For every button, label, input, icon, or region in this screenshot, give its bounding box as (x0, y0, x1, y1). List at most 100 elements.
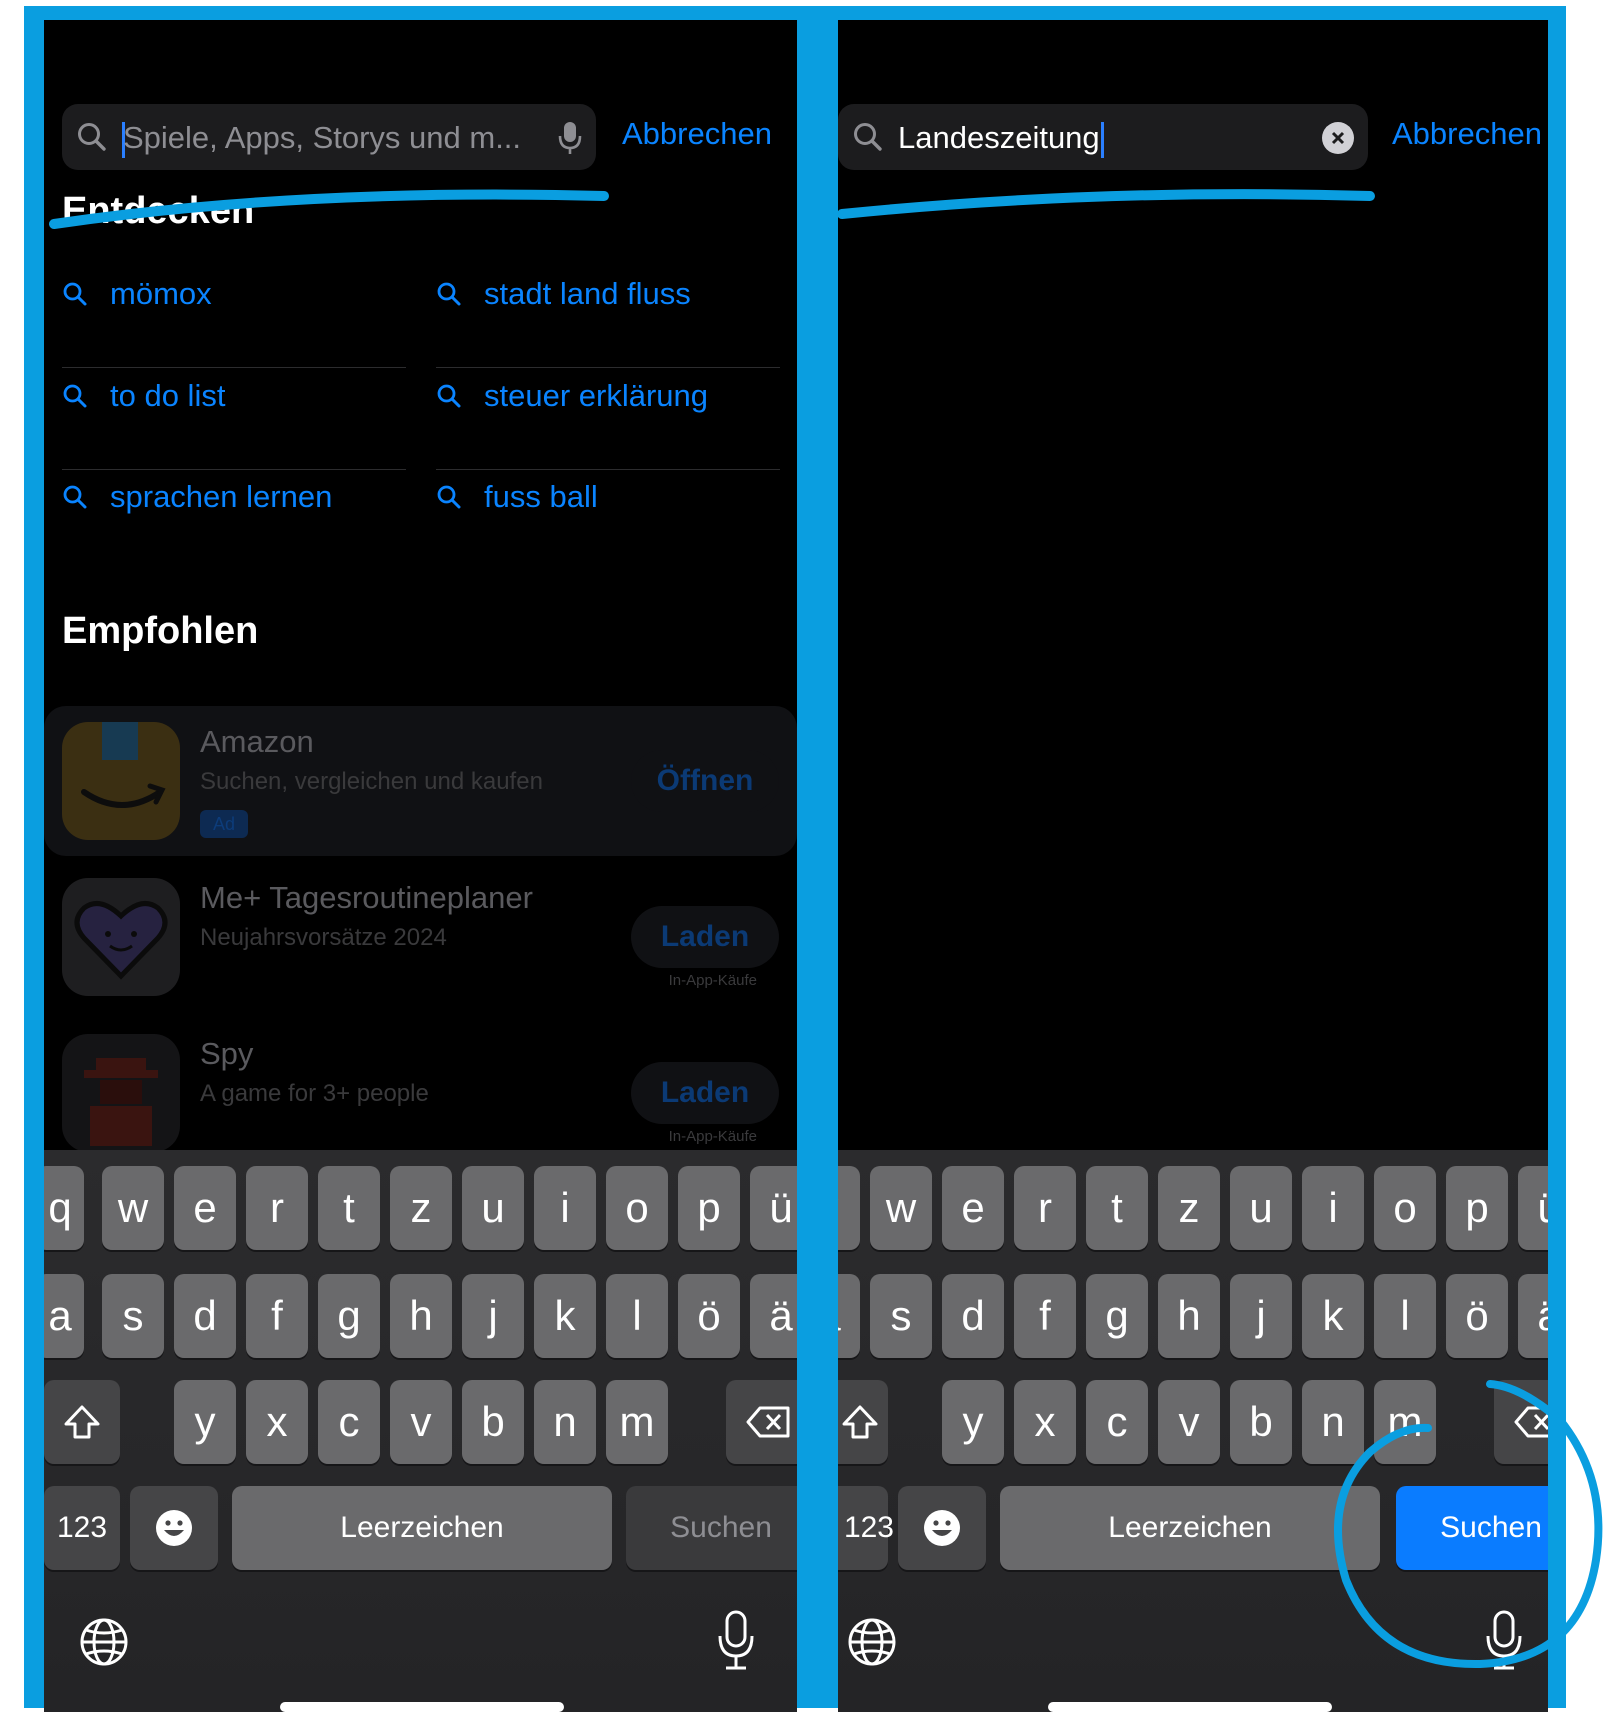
numbers-key[interactable]: 123 (838, 1486, 894, 1570)
key[interactable]: ö (1446, 1274, 1508, 1358)
divider (62, 469, 406, 470)
key[interactable]: x (1014, 1380, 1076, 1464)
key[interactable]: ü (750, 1166, 797, 1250)
home-indicator (280, 1702, 564, 1712)
dictation-microphone-icon[interactable] (1484, 1610, 1524, 1672)
key[interactable]: h (390, 1274, 452, 1358)
key[interactable]: y (942, 1380, 1004, 1464)
key[interactable]: u (462, 1166, 524, 1250)
space-key[interactable]: Leerzeichen (1000, 1486, 1380, 1570)
app-subtitle: A game for 3+ people (200, 1080, 429, 1107)
search-field[interactable]: Spiele, Apps, Storys und m... (62, 104, 596, 170)
key[interactable]: ö (678, 1274, 740, 1358)
key[interactable]: b (1230, 1380, 1292, 1464)
search-icon (63, 282, 87, 306)
app-store-search-screen-typed: Landeszeitung Abbrechen q w e r t z u i … (838, 20, 1548, 1712)
key[interactable]: y (174, 1380, 236, 1464)
backspace-key[interactable] (1494, 1380, 1548, 1464)
key[interactable]: f (246, 1274, 308, 1358)
key[interactable]: g (1086, 1274, 1148, 1358)
key[interactable]: h (1158, 1274, 1220, 1358)
key[interactable]: m (606, 1380, 668, 1464)
suggestion-item[interactable]: steuer erklärung (436, 378, 708, 414)
key[interactable]: t (318, 1166, 380, 1250)
numbers-key[interactable]: 123 (44, 1486, 120, 1570)
cancel-button[interactable]: Abbrechen (1392, 116, 1542, 152)
key[interactable]: s (870, 1274, 932, 1358)
key[interactable]: p (1446, 1166, 1508, 1250)
key[interactable]: c (318, 1380, 380, 1464)
key[interactable]: i (534, 1166, 596, 1250)
get-button[interactable]: Laden (631, 906, 779, 968)
key[interactable]: k (1302, 1274, 1364, 1358)
key[interactable]: w (870, 1166, 932, 1250)
key[interactable]: ä (750, 1274, 797, 1358)
key[interactable]: d (174, 1274, 236, 1358)
key[interactable]: z (1158, 1166, 1220, 1250)
search-key[interactable]: Suchen (626, 1486, 797, 1570)
key[interactable]: p (678, 1166, 740, 1250)
suggestion-item[interactable]: sprachen lernen (62, 479, 332, 515)
app-row-spy[interactable]: Spy A game for 3+ people Laden In-App-Kä… (44, 1018, 797, 1168)
key[interactable]: e (942, 1166, 1004, 1250)
search-icon (437, 485, 461, 509)
key[interactable]: w (102, 1166, 164, 1250)
key[interactable]: v (390, 1380, 452, 1464)
key[interactable]: z (390, 1166, 452, 1250)
search-key[interactable]: Suchen (1396, 1486, 1548, 1570)
key[interactable]: d (942, 1274, 1004, 1358)
key[interactable]: c (1086, 1380, 1148, 1464)
keyboard: q w e r t z u i o p ü a s d f g h j k l … (44, 1150, 797, 1712)
suggestion-item[interactable]: mömox (62, 276, 212, 312)
key[interactable]: k (534, 1274, 596, 1358)
dictation-microphone-icon[interactable] (716, 1610, 756, 1672)
key[interactable]: l (1374, 1274, 1436, 1358)
emoji-key[interactable] (130, 1486, 218, 1570)
key[interactable]: ü (1518, 1166, 1548, 1250)
key[interactable]: ä (1518, 1274, 1548, 1358)
search-field[interactable]: Landeszeitung (838, 104, 1368, 170)
key[interactable]: v (1158, 1380, 1220, 1464)
get-button[interactable]: Laden (631, 1062, 779, 1124)
clear-text-icon[interactable] (1322, 122, 1354, 154)
key[interactable]: f (1014, 1274, 1076, 1358)
shift-key[interactable] (44, 1380, 120, 1464)
key[interactable]: q (838, 1166, 860, 1250)
key[interactable]: o (606, 1166, 668, 1250)
key[interactable]: l (606, 1274, 668, 1358)
key[interactable]: q (44, 1166, 84, 1250)
key[interactable]: r (1014, 1166, 1076, 1250)
key[interactable]: s (102, 1274, 164, 1358)
key[interactable]: u (1230, 1166, 1292, 1250)
microphone-icon[interactable] (558, 120, 582, 156)
cancel-button[interactable]: Abbrechen (622, 116, 772, 152)
key[interactable]: a (44, 1274, 84, 1358)
key[interactable]: r (246, 1166, 308, 1250)
key[interactable]: m (1374, 1380, 1436, 1464)
key[interactable]: i (1302, 1166, 1364, 1250)
key[interactable]: n (534, 1380, 596, 1464)
key[interactable]: o (1374, 1166, 1436, 1250)
suggestion-item[interactable]: stadt land fluss (436, 276, 691, 312)
suggestion-item[interactable]: fuss ball (436, 479, 598, 515)
space-key[interactable]: Leerzeichen (232, 1486, 612, 1570)
search-placeholder: Spiele, Apps, Storys und m... (122, 118, 521, 158)
globe-icon[interactable] (78, 1616, 130, 1668)
suggestion-item[interactable]: to do list (62, 378, 225, 414)
app-row-meplus[interactable]: Me+ Tagesroutineplaner Neujahrsvorsätze … (44, 862, 797, 1012)
backspace-key[interactable] (726, 1380, 797, 1464)
key[interactable]: t (1086, 1166, 1148, 1250)
key[interactable]: b (462, 1380, 524, 1464)
open-button[interactable]: Öffnen (631, 750, 779, 812)
emoji-key[interactable] (898, 1486, 986, 1570)
key[interactable]: j (1230, 1274, 1292, 1358)
shift-key[interactable] (838, 1380, 888, 1464)
key[interactable]: j (462, 1274, 524, 1358)
key[interactable]: a (838, 1274, 860, 1358)
key[interactable]: n (1302, 1380, 1364, 1464)
globe-icon[interactable] (846, 1616, 898, 1668)
key[interactable]: e (174, 1166, 236, 1250)
app-row-amazon[interactable]: Amazon Suchen, vergleichen und kaufen Ad… (44, 706, 797, 856)
key[interactable]: g (318, 1274, 380, 1358)
key[interactable]: x (246, 1380, 308, 1464)
